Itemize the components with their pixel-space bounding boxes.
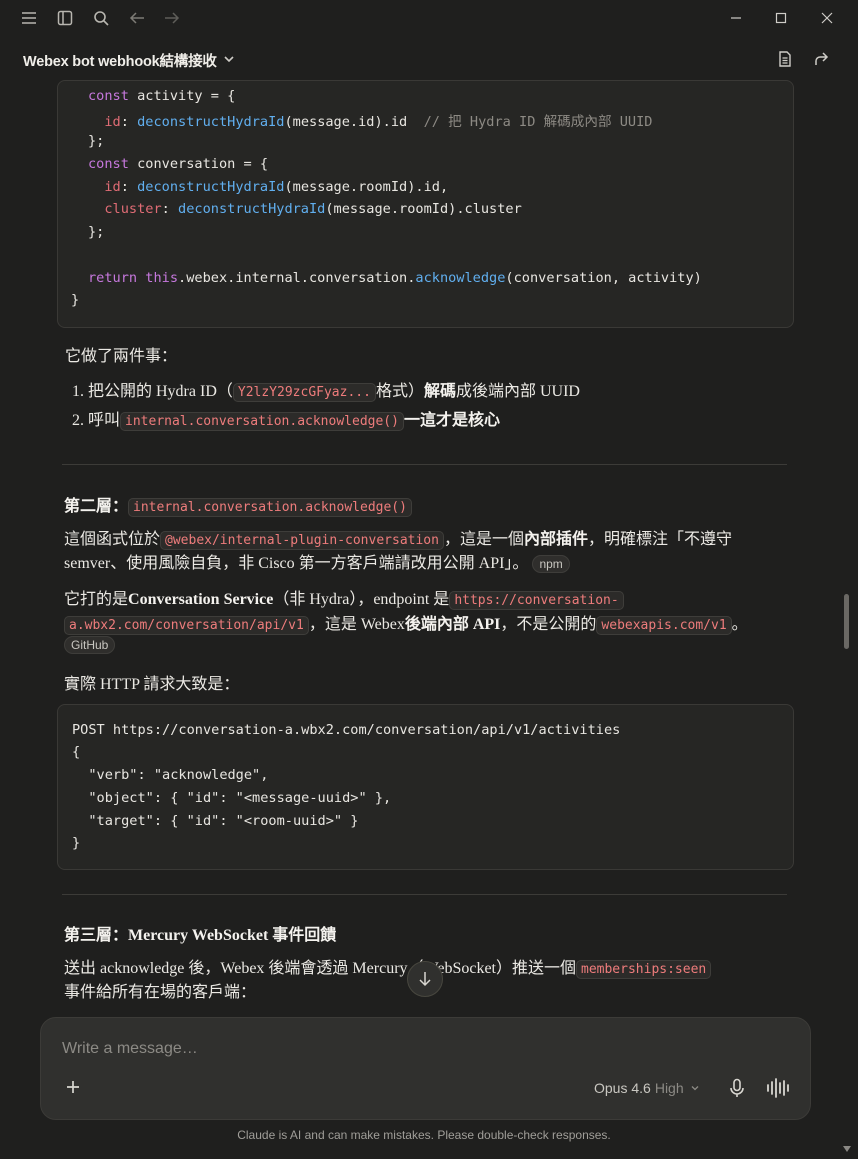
inline-code: https://conversation- — [449, 591, 624, 610]
scroll-down-arrow-icon[interactable] — [842, 1140, 852, 1158]
code-line: }; — [88, 224, 105, 240]
inline-code: Y2lzY29zcGFyaz... — [232, 383, 376, 402]
maximize-icon[interactable] — [771, 8, 791, 28]
list-item: 2. 呼叫 internal.conversation.acknowledge()… — [72, 412, 500, 431]
plus-icon[interactable] — [64, 1078, 82, 1101]
inline-code: internal.conversation.acknowledge() — [128, 498, 412, 517]
source-badge-row: GitHub — [64, 636, 116, 654]
paragraph: 這個函式位於 @webex/internal-plugin-conversatio… — [64, 531, 732, 550]
chevron-down-icon[interactable] — [222, 52, 236, 71]
model-selector[interactable]: Opus 4.6 High — [594, 1080, 700, 1096]
paragraph: a.wbx2.com/conversation/api/v1 ，這是 Webex後… — [64, 610, 748, 635]
message-input[interactable]: Write a message… — [62, 1040, 198, 1058]
inline-code: memberships:seen — [576, 960, 712, 979]
list-item: 1. 把公開的 Hydra ID（ Y2lzY29zcGFyaz... 格式）解碼成… — [72, 383, 580, 402]
source-badge-npm[interactable]: npm — [532, 555, 570, 573]
code-line: const conversation = { — [88, 156, 269, 172]
divider — [62, 894, 787, 895]
paragraph: semver、使用風險自負，非 Cisco 第一方客戶端請改用公開 API」。 … — [64, 549, 570, 573]
divider — [62, 464, 787, 465]
code-line: id: deconstructHydraId(message.roomId).i… — [104, 179, 449, 195]
code-line: "target": { "id": "<room-uuid>" } — [72, 813, 359, 829]
minimize-icon[interactable] — [726, 8, 746, 28]
source-badge-github[interactable]: GitHub — [64, 636, 116, 654]
forward-icon[interactable] — [162, 8, 182, 28]
close-icon[interactable] — [817, 8, 837, 28]
voice-mode-icon[interactable] — [766, 1078, 790, 1103]
menu-icon[interactable] — [19, 8, 39, 28]
code-line: }; — [88, 133, 105, 149]
code-line: const activity = { — [88, 88, 236, 104]
disclaimer-text: Claude is AI and can make mistakes. Plea… — [237, 1128, 611, 1142]
arrow-down-icon — [419, 972, 431, 987]
code-line: cluster: deconstructHydraId(message.room… — [104, 201, 522, 217]
code-line: "object": { "id": "<message-uuid>" }, — [72, 790, 392, 806]
code-line: return this.webex.internal.conversation.… — [88, 270, 702, 286]
paragraph: 實際 HTTP 請求大致是： — [64, 676, 240, 693]
window-top-bar — [0, 0, 858, 36]
inline-code: @webex/internal-plugin-conversation — [160, 531, 444, 550]
chevron-down-icon — [691, 1086, 698, 1091]
conversation-title[interactable]: Webex bot webhook結構接收 — [23, 50, 217, 71]
code-line: { — [72, 744, 81, 760]
scroll-to-bottom-button[interactable] — [407, 961, 443, 997]
inline-code: webexapis.com/v1 — [596, 616, 732, 635]
code-line: POST https://conversation-a.wbx2.com/con… — [72, 722, 621, 738]
share-icon[interactable] — [812, 50, 830, 73]
inline-code: a.wbx2.com/conversation/api/v1 — [64, 616, 309, 635]
code-line: } — [71, 292, 80, 308]
scrollbar-thumb[interactable] — [844, 594, 849, 649]
paragraph: 它做了兩件事： — [65, 348, 178, 365]
section-heading: 第二層： internal.conversation.acknowledge() — [64, 492, 412, 517]
message-composer[interactable] — [40, 1017, 811, 1120]
code-line: "verb": "acknowledge", — [72, 767, 269, 783]
search-icon[interactable] — [91, 8, 111, 28]
microphone-icon[interactable] — [728, 1078, 746, 1103]
inline-code: internal.conversation.acknowledge() — [120, 412, 404, 431]
code-line: } — [72, 835, 81, 851]
paragraph: 它打的是Conversation Service（非 Hydra），endpoi… — [64, 585, 624, 610]
paragraph: 送出 acknowledge 後，Webex 後端會透過 Mercury（Web… — [64, 954, 712, 979]
section-heading: 第三層：Mercury WebSocket 事件回饋 — [64, 927, 337, 944]
back-icon[interactable] — [127, 8, 147, 28]
paragraph: 事件給所有在場的客戶端： — [64, 984, 257, 1001]
document-icon[interactable] — [776, 50, 794, 73]
sidebar-icon[interactable] — [55, 8, 75, 28]
code-line: id: deconstructHydraId(message.id).id //… — [104, 114, 653, 130]
